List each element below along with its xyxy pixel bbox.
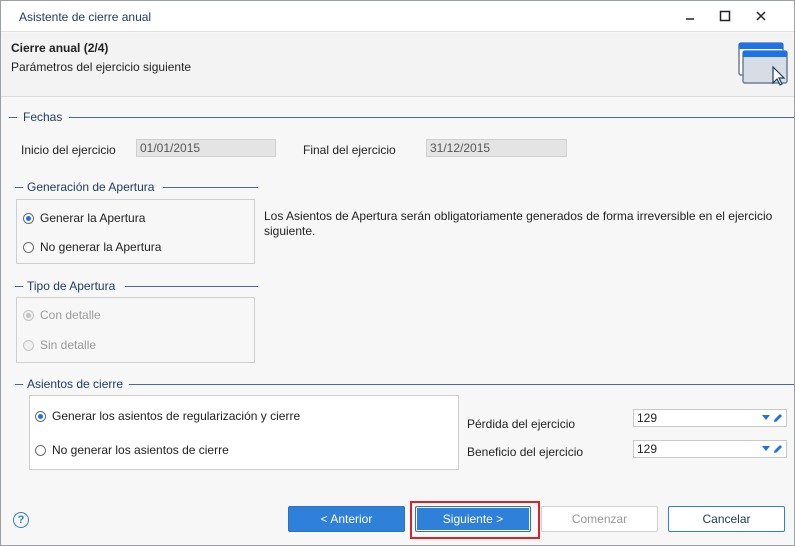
con-detalle-radio[interactable]: Con detalle xyxy=(23,308,101,322)
radio-selected-icon xyxy=(35,410,46,422)
wizard-content: Fechas Inicio del ejercicio 01/01/2015 F… xyxy=(1,98,794,545)
title-bar: Asistente de cierre anual xyxy=(1,1,794,32)
radio-label: No generar los asientos de cierre xyxy=(52,443,229,457)
perdida-combo[interactable]: 129 xyxy=(633,409,787,427)
maximize-icon[interactable] xyxy=(712,5,738,27)
step-title: Cierre anual (2/4) xyxy=(11,41,109,55)
perdida-label: Pérdida del ejercicio xyxy=(467,417,576,431)
inicio-ejercicio-field[interactable]: 01/01/2015 xyxy=(136,139,276,157)
generar-asientos-radio[interactable]: Generar los asientos de regularización y… xyxy=(35,409,300,423)
chevron-down-icon[interactable] xyxy=(762,446,770,451)
wizard-window: Asistente de cierre anual Cierre anual (… xyxy=(0,0,795,546)
no-generar-apertura-radio[interactable]: No generar la Apertura xyxy=(23,240,161,254)
section-fechas-label: Fechas xyxy=(19,110,67,124)
section-tipo-label: Tipo de Apertura xyxy=(23,279,120,293)
radio-unselected-icon xyxy=(23,339,34,351)
pencil-icon[interactable] xyxy=(772,443,784,458)
section-asientos-label: Asientos de cierre xyxy=(23,377,128,391)
section-line xyxy=(15,286,23,287)
generar-apertura-radio[interactable]: Generar la Apertura xyxy=(23,211,145,225)
beneficio-value: 129 xyxy=(637,442,658,456)
section-generacion-label: Generación de Apertura xyxy=(23,180,159,194)
radio-selected-icon xyxy=(23,212,34,224)
help-icon[interactable]: ? xyxy=(13,512,29,528)
comenzar-button[interactable]: Comenzar xyxy=(541,506,658,532)
no-generar-asientos-radio[interactable]: No generar los asientos de cierre xyxy=(35,443,229,457)
perdida-value: 129 xyxy=(637,411,658,425)
section-line xyxy=(163,187,258,188)
final-ejercicio-field[interactable]: 31/12/2015 xyxy=(426,139,567,157)
wizard-window-icon xyxy=(737,41,789,90)
section-line xyxy=(15,384,23,385)
sin-detalle-radio[interactable]: Sin detalle xyxy=(23,338,96,352)
inicio-ejercicio-label: Inicio del ejercicio xyxy=(21,143,116,157)
asientos-options-box: Generar los asientos de regularización y… xyxy=(29,395,459,470)
window-title: Asistente de cierre anual xyxy=(19,10,152,24)
radio-label: Generar los asientos de regularización y… xyxy=(52,409,301,423)
wizard-header: Cierre anual (2/4) Parámetros del ejerci… xyxy=(1,33,794,97)
section-line xyxy=(69,117,794,118)
radio-label: Generar la Apertura xyxy=(40,211,146,225)
final-ejercicio-label: Final del ejercicio xyxy=(303,143,396,157)
radio-selected-icon xyxy=(23,309,34,321)
step-subtitle: Parámetros del ejercicio siguiente xyxy=(11,60,192,74)
tipo-options-box: Con detalle Sin detalle xyxy=(16,297,255,363)
siguiente-button[interactable]: Siguiente > xyxy=(415,506,531,532)
radio-label: Sin detalle xyxy=(40,338,97,352)
radio-label: Con detalle xyxy=(40,308,101,322)
apertura-note: Los Asientos de Apertura serán obligator… xyxy=(264,209,773,238)
anterior-button[interactable]: < Anterior xyxy=(288,506,405,532)
section-line xyxy=(15,187,23,188)
pencil-icon[interactable] xyxy=(772,412,784,427)
section-line xyxy=(9,117,17,118)
beneficio-label: Beneficio del ejercicio xyxy=(467,445,584,459)
close-icon[interactable] xyxy=(748,5,774,27)
generacion-options-box: Generar la Apertura No generar la Apertu… xyxy=(16,199,255,264)
radio-unselected-icon xyxy=(23,241,34,253)
cancelar-button[interactable]: Cancelar xyxy=(668,506,785,532)
beneficio-combo[interactable]: 129 xyxy=(633,440,787,458)
section-line xyxy=(129,384,794,385)
radio-label: No generar la Apertura xyxy=(40,240,162,254)
radio-unselected-icon xyxy=(35,444,46,456)
section-line xyxy=(125,286,258,287)
chevron-down-icon[interactable] xyxy=(762,415,770,420)
minimize-icon[interactable] xyxy=(677,5,703,27)
